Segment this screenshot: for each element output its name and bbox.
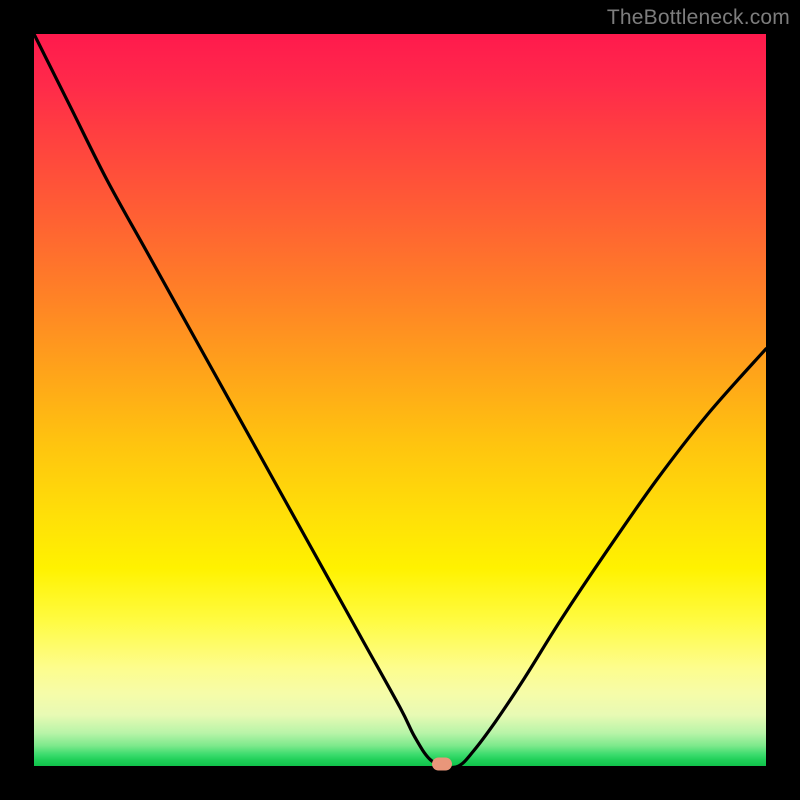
chart-frame: TheBottleneck.com [0, 0, 800, 800]
plot-area [34, 34, 766, 766]
optimum-marker [432, 757, 452, 770]
bottleneck-curve [34, 34, 766, 766]
watermark-text: TheBottleneck.com [607, 6, 790, 30]
